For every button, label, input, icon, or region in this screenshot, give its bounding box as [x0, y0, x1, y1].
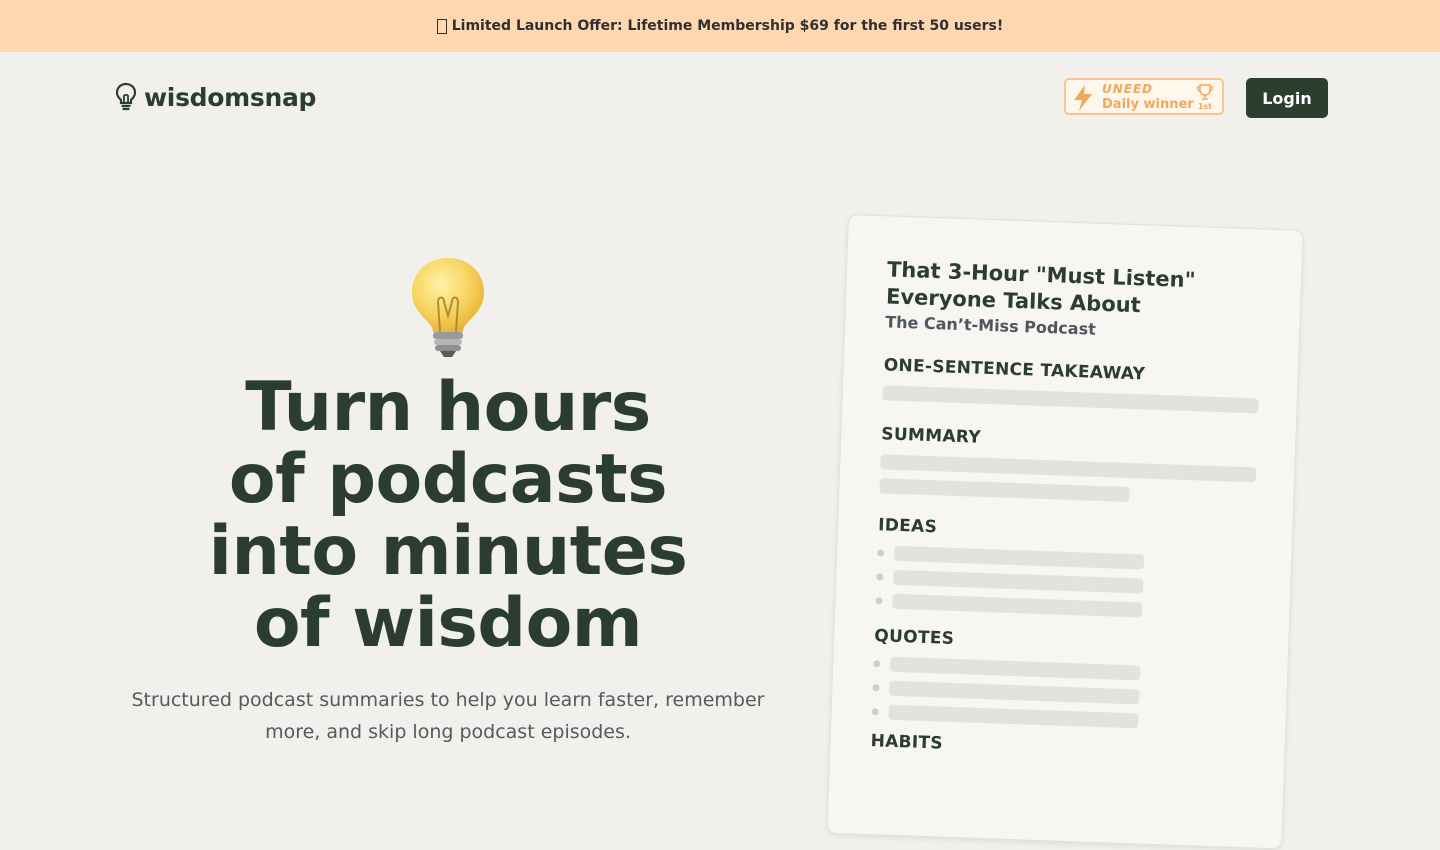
- list-item: [871, 704, 1245, 732]
- headline-line: into minutes: [208, 512, 688, 591]
- section-heading-summary: SUMMARY: [880, 424, 982, 448]
- placeholder-line: [889, 680, 1140, 705]
- summary-preview-card: That 3-Hour "Must Listen" Everyone Talks…: [826, 214, 1304, 850]
- bullet-dot: [877, 549, 885, 557]
- lightbulb-emoji-icon: [412, 258, 484, 357]
- login-button[interactable]: Login: [1246, 78, 1328, 118]
- bullet-dot: [876, 573, 884, 581]
- lightbulb-outline-icon: [115, 82, 137, 111]
- logo[interactable]: wisdomsnap: [114, 82, 316, 112]
- placeholder-line: [893, 569, 1144, 594]
- list-item: [876, 569, 1250, 597]
- bullet-dot: [875, 597, 883, 605]
- bullet-dot: [871, 708, 879, 716]
- missing-emoji-glyph: [436, 18, 447, 34]
- section-heading-quotes: QUOTES: [873, 626, 955, 649]
- banner-text: Limited Launch Offer: Lifetime Membershi…: [451, 18, 1004, 34]
- section-heading-ideas: IDEAS: [877, 515, 938, 538]
- placeholder-line: [892, 593, 1143, 618]
- placeholder-line: [880, 454, 1257, 483]
- section-heading-habits: HABITS: [870, 731, 944, 754]
- uneed-daily-winner-badge[interactable]: UNEED Daily winner 1st: [1064, 78, 1224, 115]
- launch-offer-banner: Limited Launch Offer: Lifetime Membershi…: [0, 0, 1440, 52]
- top-nav: wisdomsnap UNEED Daily winner 1st Login: [0, 52, 1440, 144]
- hero-headline: Turn hours of podcasts into minutes of w…: [114, 372, 782, 660]
- ideas-list: [875, 545, 1251, 621]
- placeholder-line: [882, 385, 1259, 414]
- quotes-list: [871, 656, 1247, 732]
- headline-line: of wisdom: [253, 584, 643, 663]
- trophy-icon: [1196, 84, 1214, 100]
- headline-line: of podcasts: [228, 440, 668, 519]
- hero-subtitle: Structured podcast summaries to help you…: [131, 689, 765, 743]
- placeholder-line: [893, 545, 1145, 570]
- list-item: [877, 545, 1251, 573]
- headline-line: Turn hours: [245, 368, 651, 447]
- badge-rank: 1st: [1197, 102, 1212, 111]
- placeholder-line: [888, 704, 1139, 729]
- badge-brand: UNEED: [1102, 82, 1154, 96]
- placeholder-line: [890, 656, 1141, 681]
- lightning-bolt-icon: [1074, 85, 1092, 111]
- section-heading-takeaway: ONE-SENTENCE TAKEAWAY: [883, 355, 1146, 385]
- badge-label: Daily winner: [1102, 97, 1194, 112]
- list-item: [875, 593, 1249, 621]
- logo-text: wisdomsnap: [144, 82, 317, 112]
- list-item: [873, 656, 1247, 684]
- bullet-dot: [872, 684, 880, 692]
- list-item: [872, 680, 1246, 708]
- bullet-dot: [873, 660, 881, 668]
- placeholder-line: [879, 478, 1130, 502]
